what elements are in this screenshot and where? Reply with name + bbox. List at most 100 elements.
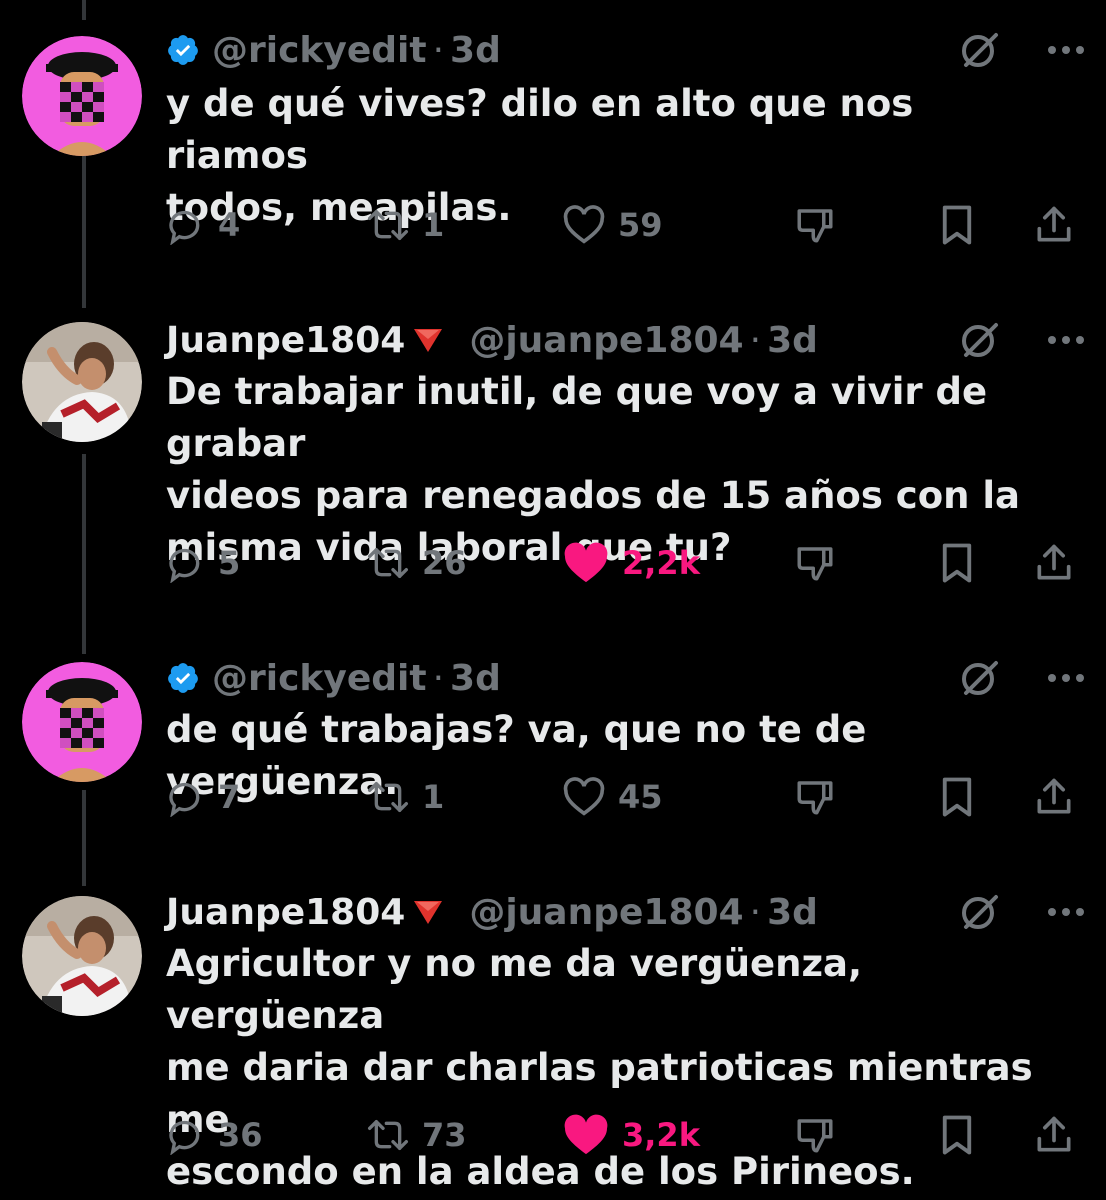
avatar[interactable] [22,662,142,782]
tweet-time[interactable]: 3d [450,30,501,71]
like-count: 3,2k [622,1116,700,1154]
repost-count: 1 [422,206,445,244]
heart-icon [563,205,605,244]
repost-button[interactable]: 73 [366,1110,467,1160]
like-count: 45 [618,778,663,816]
more-icon[interactable] [1046,907,1086,917]
reply-icon [169,1120,200,1155]
repost-icon [367,548,408,578]
share-icon [1037,1116,1071,1152]
like-button[interactable]: 2,2k [562,538,700,588]
repost-icon [367,782,408,812]
repost-button[interactable]: 26 [366,538,467,588]
share-button[interactable] [1032,1110,1076,1160]
separator-dot: · [432,29,445,71]
red-triangle-icon [413,899,443,925]
share-button[interactable] [1032,772,1076,822]
bookmark-icon [942,777,972,817]
reply-count: 5 [218,544,241,582]
like-count: 2,2k [622,544,700,582]
bookmark-icon [942,205,972,245]
reply-count: 4 [218,206,241,244]
grok-icon[interactable] [958,657,1000,699]
like-count: 59 [618,206,663,244]
tweet-header: @rickyedit · 3d [166,654,1086,702]
reply-icon [169,782,200,817]
like-button[interactable]: 59 [562,200,663,250]
grok-icon[interactable] [958,891,1000,933]
avatar-rickyedit-image [22,662,142,782]
more-icon[interactable] [1046,673,1086,683]
downvote-icon [797,781,833,815]
separator-dot: · [432,657,445,699]
tweet-time[interactable]: 3d [767,892,818,933]
red-triangle-icon [413,327,443,353]
reply-count: 36 [218,1116,263,1154]
repost-count: 1 [422,778,445,816]
tweet-header: @rickyedit · 3d [166,26,1086,74]
tweet-actions: 7 1 45 [166,772,1078,822]
bookmark-button[interactable] [938,538,976,588]
like-button[interactable]: 3,2k [562,1110,700,1160]
avatar[interactable] [22,896,142,1016]
heart-filled-icon [564,1114,608,1155]
user-handle[interactable]: @rickyedit [212,30,427,71]
repost-button[interactable]: 1 [366,772,444,822]
avatar[interactable] [22,36,142,156]
reply-button[interactable]: 5 [166,538,240,588]
reply-icon [169,210,200,245]
verified-badge-icon [166,661,200,695]
reply-icon [169,548,200,583]
bookmark-button[interactable] [938,1110,976,1160]
bookmark-icon [942,543,972,583]
like-button[interactable]: 45 [562,772,663,822]
share-button[interactable] [1032,538,1076,588]
bookmark-button[interactable] [938,772,976,822]
tweet-actions: 4 1 59 [166,200,1078,250]
more-icon[interactable] [1046,335,1086,345]
downvote-button[interactable] [794,1110,836,1160]
user-handle[interactable]: @rickyedit [212,658,427,699]
avatar-juanpe-image [22,322,142,442]
user-handle[interactable]: @juanpe1804 [469,320,743,361]
display-name[interactable]: Juanpe1804 [166,320,405,361]
avatar-rickyedit-image [22,36,142,156]
more-icon[interactable] [1046,45,1086,55]
downvote-button[interactable] [794,772,836,822]
share-icon [1037,206,1071,242]
separator-dot: · [749,891,762,933]
repost-button[interactable]: 1 [366,200,444,250]
thread-line [82,0,86,20]
grok-icon[interactable] [958,29,1000,71]
tweet-time[interactable]: 3d [767,320,818,361]
repost-count: 73 [422,1116,467,1154]
downvote-icon [797,547,833,581]
reply-button[interactable]: 36 [166,1110,263,1160]
thread-line [82,156,86,308]
reply-count: 7 [218,778,241,816]
downvote-icon [797,1119,833,1153]
repost-icon [367,210,408,240]
share-icon [1037,544,1071,580]
avatar[interactable] [22,322,142,442]
repost-count: 26 [422,544,467,582]
reply-button[interactable]: 4 [166,200,240,250]
tweet-actions: 36 73 3,2k [166,1110,1078,1160]
tweet-actions: 5 26 2,2k [166,538,1078,588]
grok-icon[interactable] [958,319,1000,361]
thread-line [82,454,86,654]
share-icon [1037,778,1071,814]
user-handle[interactable]: @juanpe1804 [469,892,743,933]
avatar-juanpe-image [22,896,142,1016]
share-button[interactable] [1032,200,1076,250]
reply-button[interactable]: 7 [166,772,240,822]
display-name[interactable]: Juanpe1804 [166,892,405,933]
tweet-time[interactable]: 3d [450,658,501,699]
downvote-button[interactable] [794,200,836,250]
thread-line [82,790,86,886]
downvote-button[interactable] [794,538,836,588]
bookmark-button[interactable] [938,200,976,250]
tweet-header: Juanpe1804 @juanpe1804 · 3d [166,316,1086,364]
verified-badge-icon [166,33,200,67]
separator-dot: · [749,319,762,361]
